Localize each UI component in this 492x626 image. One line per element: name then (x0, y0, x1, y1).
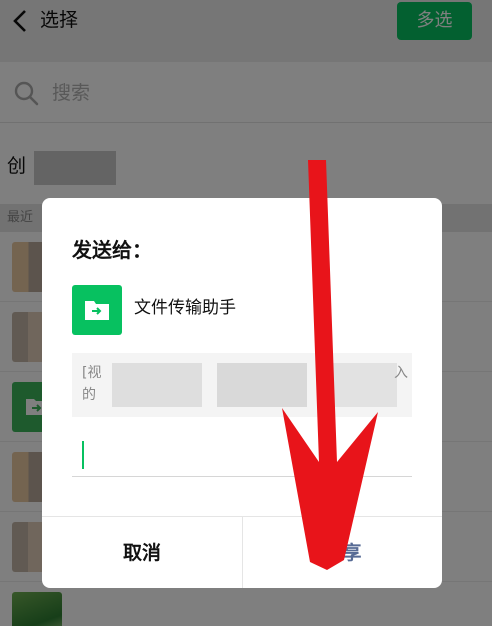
preview-line: [视 (82, 365, 102, 381)
text-cursor (82, 441, 84, 469)
message-input[interactable] (72, 476, 412, 477)
blurred-text (217, 363, 307, 407)
recipient-name: 文件传输助手 (134, 298, 236, 318)
dialog-title: 发送给： (72, 238, 152, 262)
dialog-buttons: 取消 分享 (42, 516, 442, 588)
message-preview: [视 的 入 (72, 353, 412, 417)
send-dialog: 发送给： 文件传输助手 [视 的 入 取消 分享 (42, 198, 442, 588)
share-button[interactable]: 分享 (242, 517, 442, 588)
file-transfer-icon (72, 285, 122, 335)
folder-arrow-icon (85, 301, 109, 320)
cancel-button[interactable]: 取消 (42, 517, 242, 588)
blurred-text (317, 363, 397, 407)
preview-line: 的 (82, 387, 96, 403)
preview-line: 入 (394, 365, 408, 381)
blurred-text (112, 363, 202, 407)
